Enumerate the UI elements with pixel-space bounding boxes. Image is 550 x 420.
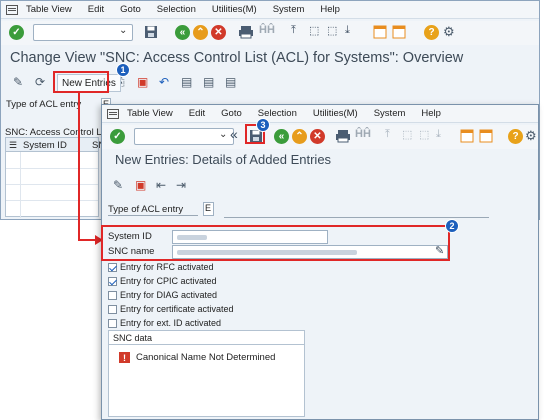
cancel-icon[interactable]: ✕ [211, 25, 226, 40]
status-message: Canonical Name Not Determined [136, 352, 276, 363]
previous-entry-icon[interactable]: ⇤ [156, 178, 166, 192]
enter-icon[interactable]: ✓ [110, 129, 125, 144]
save-icon[interactable] [144, 25, 158, 39]
checkbox-diag-label: Entry for DIAG activated [120, 290, 218, 300]
arrow-connector [78, 93, 80, 240]
menu-icon[interactable] [6, 4, 18, 15]
back-icon[interactable]: « [274, 129, 289, 144]
exit-icon[interactable]: ⌃ [292, 129, 307, 144]
menu-table-view[interactable]: Table View [18, 4, 80, 15]
shortcut-icon[interactable] [479, 129, 493, 143]
checkbox-certificate[interactable]: Entry for certificate activated [108, 304, 234, 314]
find-icon[interactable]: ĤĤ [259, 24, 275, 36]
select-all-icon[interactable]: ▤ [181, 75, 192, 89]
details-title: New Entries: Details of Added Entries [115, 152, 332, 167]
checkbox-rfc-label: Entry for RFC activated [120, 262, 214, 272]
error-icon: ! [119, 352, 130, 363]
menu-table-view[interactable]: Table View [119, 108, 181, 119]
back-standard-toolbar: ✓ ⌄ « ⌃ ✕ ĤĤ ⤒ ⬚ ⬚ ⤓ ? ⚙ [1, 21, 539, 45]
help-icon[interactable]: ? [508, 129, 523, 144]
last-page-icon[interactable]: ⤓ [436, 128, 441, 141]
new-session-icon[interactable] [373, 25, 387, 39]
new-entries-highlight [53, 71, 109, 93]
shortcut-icon[interactable] [392, 25, 406, 39]
checkbox-cpic-box[interactable] [108, 276, 117, 286]
details-toolbar: ✎ ▣ ⇤ ⇥ [102, 175, 538, 197]
exit-icon[interactable]: ⌃ [193, 25, 208, 40]
chevron-down-icon[interactable]: ⌄ [119, 25, 127, 36]
chevron-down-icon[interactable]: ⌄ [219, 129, 227, 140]
menu-system[interactable]: System [366, 108, 414, 119]
step-badge-1: 1 [116, 63, 130, 77]
menu-selection[interactable]: Selection [250, 108, 305, 119]
front-menu-bar: Table View Edit Goto Selection Utilities… [102, 105, 538, 123]
checkbox-cpic-label: Entry for CPIC activated [120, 276, 217, 286]
print-icon[interactable] [238, 25, 254, 39]
menu-selection[interactable]: Selection [149, 4, 204, 15]
front-window: Table View Edit Goto Selection Utilities… [101, 104, 539, 420]
menu-utilities[interactable]: Utilities(M) [204, 4, 265, 15]
first-page-icon[interactable]: ⤒ [385, 128, 390, 141]
delete-icon[interactable]: ▣ [135, 178, 146, 192]
checkbox-certificate-label: Entry for certificate activated [120, 304, 234, 314]
new-session-icon[interactable] [460, 129, 474, 143]
snc-fields-highlight [101, 225, 450, 261]
column-system-id[interactable]: System ID [23, 140, 67, 151]
checkbox-rfc[interactable]: Entry for RFC activated [108, 262, 214, 272]
menu-edit[interactable]: Edit [80, 4, 112, 15]
menu-icon[interactable] [107, 108, 119, 119]
page-title: Change View "SNC: Access Control List (A… [10, 50, 464, 66]
display-change-icon[interactable]: ✎ [113, 178, 123, 192]
menu-goto[interactable]: Goto [213, 108, 250, 119]
checkbox-cpic[interactable]: Entry for CPIC activated [108, 276, 217, 286]
checkbox-rfc-box[interactable] [108, 262, 117, 272]
next-entry-icon[interactable]: ⇥ [176, 178, 186, 192]
find-icon[interactable]: ĤĤ [355, 128, 371, 140]
acl-table: ☰ System ID SN [5, 137, 105, 218]
checkbox-ext-id-box[interactable] [108, 318, 117, 328]
front-standard-toolbar: ✓ ⌄ « « ⌃ ✕ ĤĤ ⤒ ⬚ ⬚ ⤓ ? ⚙ [102, 125, 538, 149]
cancel-icon[interactable]: ✕ [310, 129, 325, 144]
select-block-icon[interactable]: ▤ [203, 75, 214, 89]
display-change-icon[interactable]: ✎ [13, 75, 23, 89]
back-menu-bar: Table View Edit Goto Selection Utilities… [1, 1, 539, 19]
previous-page-icon[interactable]: ⬚ [402, 128, 412, 141]
enter-icon[interactable]: ✓ [9, 25, 24, 40]
step-badge-3: 3 [256, 118, 270, 132]
next-page-icon[interactable]: ⬚ [419, 128, 429, 141]
collapse-icon[interactable]: « [230, 126, 238, 142]
type-of-acl-field[interactable]: E [203, 202, 214, 216]
checkbox-certificate-box[interactable] [108, 304, 117, 314]
settings-icon[interactable]: ⚙ [525, 128, 537, 144]
menu-help[interactable]: Help [312, 4, 348, 15]
help-icon[interactable]: ? [424, 25, 439, 40]
menu-edit[interactable]: Edit [181, 108, 213, 119]
command-field[interactable] [33, 24, 133, 41]
refresh-icon[interactable]: ⟳ [35, 75, 45, 89]
previous-page-icon[interactable]: ⬚ [309, 24, 319, 37]
menu-system[interactable]: System [265, 4, 313, 15]
menu-utilities[interactable]: Utilities(M) [305, 108, 366, 119]
next-page-icon[interactable]: ⬚ [327, 24, 337, 37]
type-of-acl-label: Type of ACL entry [108, 204, 184, 215]
back-icon[interactable]: « [175, 25, 190, 40]
print-icon[interactable] [335, 129, 351, 143]
checkbox-ext-id[interactable]: Entry for ext. ID activated [108, 318, 221, 328]
menu-help[interactable]: Help [413, 108, 449, 119]
last-page-icon[interactable]: ⤓ [345, 24, 350, 37]
menu-goto[interactable]: Goto [112, 4, 149, 15]
undo-icon[interactable]: ↶ [159, 75, 169, 89]
snc-data-title: SNC data [113, 333, 153, 343]
delete-icon[interactable]: ▣ [137, 75, 148, 89]
step-badge-2: 2 [445, 219, 459, 233]
snc-data-group: SNC data ! Canonical Name Not Determined [108, 330, 305, 417]
checkbox-ext-id-label: Entry for ext. ID activated [120, 318, 222, 328]
type-of-acl-label: Type of ACL entry [6, 99, 82, 110]
first-page-icon[interactable]: ⤒ [291, 24, 296, 37]
checkbox-diag[interactable]: Entry for DIAG activated [108, 290, 217, 300]
select-column-icon[interactable]: ☰ [9, 140, 17, 151]
settings-icon[interactable]: ⚙ [443, 24, 455, 40]
deselect-all-icon[interactable]: ▤ [225, 75, 236, 89]
checkbox-diag-box[interactable] [108, 290, 117, 300]
